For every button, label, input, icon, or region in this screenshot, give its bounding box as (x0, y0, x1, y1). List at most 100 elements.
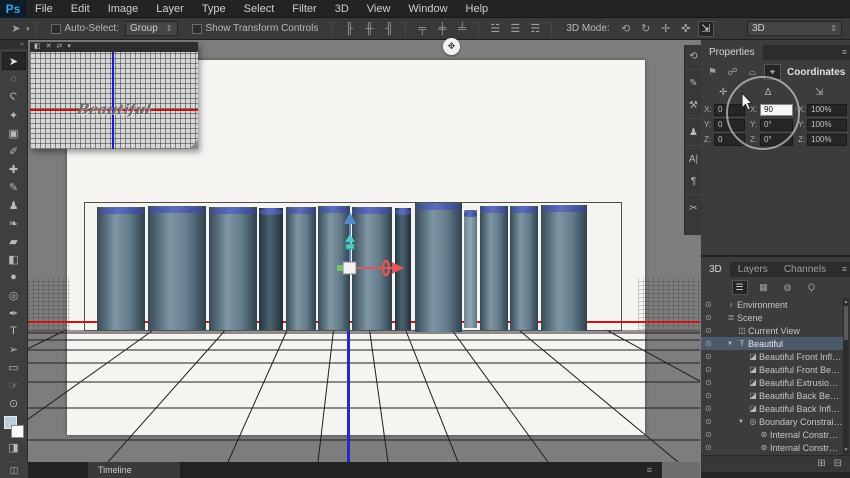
brush-presets-panel-icon[interactable]: ✎ (685, 72, 702, 94)
menu-item-3d[interactable]: 3D (326, 0, 358, 18)
secondary-view-canvas[interactable]: Beautiful (30, 52, 198, 149)
tool-presets-panel-icon[interactable]: ⚒ (685, 94, 702, 116)
eraser-tool[interactable]: ▰ (2, 232, 26, 250)
3d-axis-widget[interactable] (328, 200, 418, 280)
extruded-letter-shape[interactable] (480, 206, 508, 330)
slide-3d-camera-icon[interactable]: ✜ (678, 21, 694, 37)
visibility-eye-icon[interactable]: ⊙ (701, 417, 716, 426)
brush-tool[interactable]: ✎ (2, 178, 26, 196)
tree-row-current-view[interactable]: ⊙◫Current View (701, 324, 843, 337)
menu-item-edit[interactable]: Edit (62, 0, 99, 18)
visibility-eye-icon[interactable]: ⊙ (701, 352, 716, 361)
filter-meshes-icon[interactable]: ▦ (756, 280, 772, 295)
visibility-eye-icon[interactable]: ⊙ (701, 378, 716, 387)
menu-item-image[interactable]: Image (99, 0, 148, 18)
extruded-letter-shape[interactable] (415, 203, 462, 332)
deform-properties-icon[interactable]: ☍ (724, 64, 741, 80)
rotation-x-field[interactable]: 90 (760, 104, 793, 116)
tab-channels[interactable]: Channels (776, 262, 834, 277)
menu-item-help[interactable]: Help (457, 0, 498, 18)
background-color-swatch[interactable] (11, 425, 24, 438)
scroll-down-icon[interactable]: ▼ (843, 447, 849, 453)
filter-whole-scene-icon[interactable]: ☰ (732, 280, 748, 295)
tool-preset-caret-icon[interactable]: ▾ (26, 25, 30, 33)
visibility-eye-icon[interactable]: ⊙ (701, 404, 716, 413)
menu-item-view[interactable]: View (358, 0, 400, 18)
panel-menu-icon[interactable]: ≡ (842, 264, 847, 274)
paragraph-panel-icon[interactable]: ¶ (685, 170, 702, 192)
menu-item-filter[interactable]: Filter (283, 0, 325, 18)
type-tool[interactable]: T (2, 322, 26, 340)
menu-item-window[interactable]: Window (399, 0, 456, 18)
visibility-eye-icon[interactable]: ⊙ (701, 391, 716, 400)
show-transform-checkbox[interactable] (192, 24, 202, 34)
disclosure-triangle-icon[interactable]: ▼ (738, 419, 747, 425)
tab-layers[interactable]: Layers (730, 262, 776, 277)
scale-y-field[interactable]: 100% (807, 119, 847, 131)
move-tool[interactable]: ➤ (2, 52, 26, 70)
tab-3d[interactable]: 3D (701, 262, 730, 277)
zoom-3d-camera-icon[interactable]: ⇲ (698, 21, 714, 37)
move-tool-icon[interactable]: ➤ (8, 21, 24, 37)
visibility-eye-icon[interactable]: ⊙ (701, 313, 716, 322)
secondary-view-window[interactable]: ◧✕⇄▾ Beautiful (30, 42, 198, 149)
tree-row-internal-constraint-3[interactable]: ⊙⊚Internal Constraint 3 (701, 441, 843, 454)
pen-tool[interactable]: ✒ (2, 304, 26, 322)
workspace-switcher[interactable]: 3D ⇕ (747, 21, 842, 36)
stepper-icon[interactable]: › (795, 106, 797, 113)
view-layout-icon[interactable]: ◧ (34, 42, 41, 52)
delete-icon[interactable]: ⊟ (834, 458, 842, 469)
healing-brush-tool[interactable]: ✚ (2, 160, 26, 178)
extruded-letter-shape[interactable] (209, 207, 257, 330)
tree-row-beautiful-extrusion-material[interactable]: ⊙◪Beautiful Extrusion Material (701, 376, 843, 389)
screen-mode-button[interactable]: ◫ (0, 462, 28, 478)
visibility-eye-icon[interactable]: ⊙ (701, 326, 716, 335)
eyedropper-tool[interactable]: ✐ (2, 142, 26, 160)
shape-tool[interactable]: ▭ (2, 358, 26, 376)
visibility-eye-icon[interactable]: ⊙ (701, 430, 716, 439)
filter-materials-icon[interactable]: ◍ (780, 280, 796, 295)
disclosure-triangle-icon[interactable]: ▼ (727, 341, 736, 347)
tree-row-beautiful-back-bevel-mate[interactable]: ⊙◪Beautiful Back Bevel Mate... (701, 389, 843, 402)
scrollbar[interactable]: ▲ ▼ (843, 298, 849, 454)
new-item-icon[interactable]: ⊞ (817, 458, 825, 469)
extruded-letter-shape[interactable] (510, 206, 538, 330)
extruded-letter-shape[interactable] (286, 207, 316, 330)
distribute-top-icon[interactable]: ☱ (487, 21, 503, 37)
lasso-tool[interactable]: Ϛ (2, 88, 26, 106)
tree-row-internal-constraint-2[interactable]: ⊙⊚Internal Constraint 2 (701, 428, 843, 441)
menu-item-layer[interactable]: Layer (147, 0, 193, 18)
tree-row-environment[interactable]: ⊙♁Environment (701, 298, 843, 311)
visibility-eye-icon[interactable]: ⊙ (701, 300, 716, 309)
cap-properties-icon[interactable]: ⌓ (744, 64, 761, 80)
align-top-edges-icon[interactable]: ╤ (414, 21, 430, 37)
swap-view-icon[interactable]: ⇄ (57, 42, 63, 52)
close-icon[interactable]: ✕ (46, 42, 52, 52)
crop-tool[interactable]: ▣ (2, 124, 26, 142)
align-vertical-centers-icon[interactable]: ╪ (434, 21, 450, 37)
visibility-eye-icon[interactable]: ⊙ (701, 443, 716, 452)
gradient-tool[interactable]: ◧ (2, 250, 26, 268)
filter-lights-icon[interactable]: Ϙ (804, 280, 820, 295)
roll-3d-camera-icon[interactable]: ↻ (638, 21, 654, 37)
position-z-field[interactable]: 0 (714, 134, 745, 146)
rotation-z-field[interactable]: 0° (760, 134, 793, 146)
tree-row-beautiful-front-inflation[interactable]: ⊙◪Beautiful Front Inflation ... (701, 350, 843, 363)
tree-row-scene[interactable]: ⊙≣Scene (701, 311, 843, 324)
menu-item-select[interactable]: Select (235, 0, 284, 18)
panel-menu-icon[interactable]: ≡ (647, 465, 652, 475)
history-panel-icon[interactable]: ⟲ (685, 45, 702, 67)
menu-item-type[interactable]: Type (193, 0, 235, 18)
align-horizontal-centers-icon[interactable]: ╫ (361, 21, 377, 37)
visibility-eye-icon[interactable]: ⊙ (701, 339, 716, 348)
dodge-tool[interactable]: ◎ (2, 286, 26, 304)
marquee-tool[interactable]: ◌ (2, 70, 26, 88)
tree-row-beautiful-front-bevel-mat[interactable]: ⊙◪Beautiful Front Bevel Mat... (701, 363, 843, 376)
scrollbar-thumb[interactable] (844, 306, 848, 340)
tree-row-boundary-constraint-1[interactable]: ⊙▼◎Boundary Constraint 1 (701, 415, 843, 428)
position-y-field[interactable]: 0 (714, 119, 745, 131)
clone-stamp-tool[interactable]: ♟ (2, 196, 26, 214)
quick-mask-icon[interactable]: ◨ (2, 438, 26, 456)
extruded-letter-shape[interactable] (148, 206, 206, 330)
rotate-3d-camera-icon[interactable]: ⟲ (618, 21, 634, 37)
